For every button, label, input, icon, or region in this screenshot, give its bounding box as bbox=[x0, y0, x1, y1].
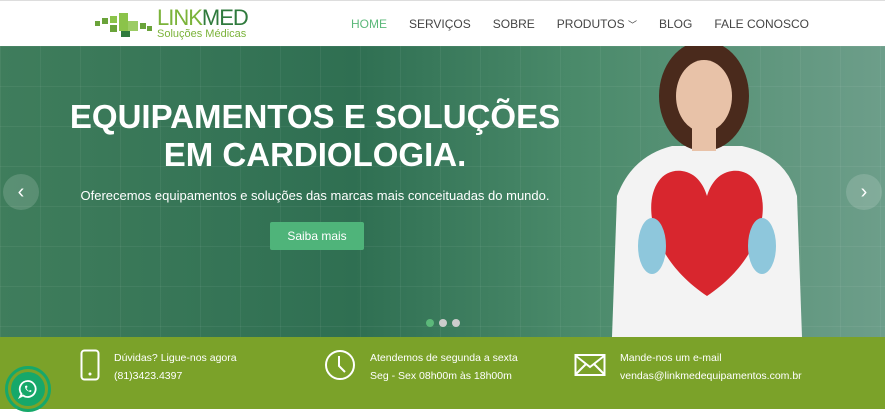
contact-hours: Atendemos de segunda a sexta Seg - Sex 08… bbox=[324, 349, 518, 385]
whatsapp-icon bbox=[18, 380, 37, 399]
whatsapp-button[interactable] bbox=[5, 366, 51, 412]
logo-title-b: MED bbox=[201, 5, 249, 30]
contact-phone: Dúvidas? Ligue-nos agora (81)3423.4397 bbox=[80, 349, 237, 385]
contact-email-value[interactable]: vendas@linkmedequipamentos.com.br bbox=[620, 367, 802, 385]
menu-home[interactable]: HOME bbox=[351, 17, 387, 31]
logo-subtitle: Soluções Médicas bbox=[157, 28, 247, 40]
logo[interactable]: LINKMED Soluções Médicas bbox=[95, 5, 249, 40]
slide-dot-1[interactable] bbox=[426, 319, 434, 327]
next-slide-button[interactable]: › bbox=[846, 174, 882, 210]
phone-icon bbox=[80, 349, 100, 381]
contact-phone-title: Dúvidas? Ligue-nos agora bbox=[114, 352, 237, 364]
slide-dot-2[interactable] bbox=[439, 319, 447, 327]
menu-servicos[interactable]: SERVIÇOS bbox=[409, 17, 471, 31]
slide-dot-3[interactable] bbox=[452, 319, 460, 327]
chevron-down-icon: ﹀ bbox=[627, 20, 637, 30]
prev-slide-button[interactable]: ‹ bbox=[3, 174, 39, 210]
menu-blog[interactable]: BLOG bbox=[659, 17, 692, 31]
hero-title: EQUIPAMENTOS E SOLUÇÕES EM CARDIOLOGIA. bbox=[60, 98, 570, 174]
contact-email-title: Mande-nos um e-mail bbox=[620, 352, 722, 364]
contact-phone-value[interactable]: (81)3423.4397 bbox=[114, 367, 237, 385]
menu-produtos[interactable]: PRODUTOS ﹀ bbox=[557, 17, 637, 31]
saiba-mais-button[interactable]: Saiba mais bbox=[270, 222, 364, 250]
chevron-left-icon: ‹ bbox=[17, 180, 25, 203]
menu-produtos-label: PRODUTOS bbox=[556, 17, 625, 31]
contact-hours-value: Seg - Sex 08h00m às 18h00m bbox=[370, 370, 512, 382]
contact-hours-title: Atendemos de segunda a sexta bbox=[370, 352, 518, 364]
chevron-right-icon: › bbox=[860, 180, 868, 203]
navbar: LINKMED Soluções Médicas HOME SERVIÇOS S… bbox=[0, 0, 885, 46]
logo-mark-icon bbox=[95, 11, 153, 37]
contact-email: Mande-nos um e-mail vendas@linkmedequipam… bbox=[574, 349, 802, 385]
hero-title-line2: EM CARDIOLOGIA. bbox=[163, 136, 467, 173]
slider-dots bbox=[426, 319, 460, 327]
contact-bar: Dúvidas? Ligue-nos agora (81)3423.4397 At… bbox=[0, 337, 885, 409]
logo-title-a: LINK bbox=[157, 5, 203, 30]
menu-sobre[interactable]: SOBRE bbox=[493, 17, 535, 31]
hero-slider: EQUIPAMENTOS E SOLUÇÕES EM CARDIOLOGIA. O… bbox=[0, 46, 885, 337]
clock-icon bbox=[325, 350, 355, 380]
hero-subtitle: Oferecemos equipamentos e soluções das m… bbox=[80, 188, 550, 203]
main-menu: HOME SERVIÇOS SOBRE PRODUTOS ﹀ BLOG FALE… bbox=[351, 17, 809, 31]
menu-fale-conosco[interactable]: FALE CONOSCO bbox=[714, 17, 809, 31]
hero-title-line1: EQUIPAMENTOS E SOLUÇÕES bbox=[69, 98, 561, 135]
doctor-image bbox=[612, 46, 802, 337]
mail-icon bbox=[574, 354, 606, 376]
